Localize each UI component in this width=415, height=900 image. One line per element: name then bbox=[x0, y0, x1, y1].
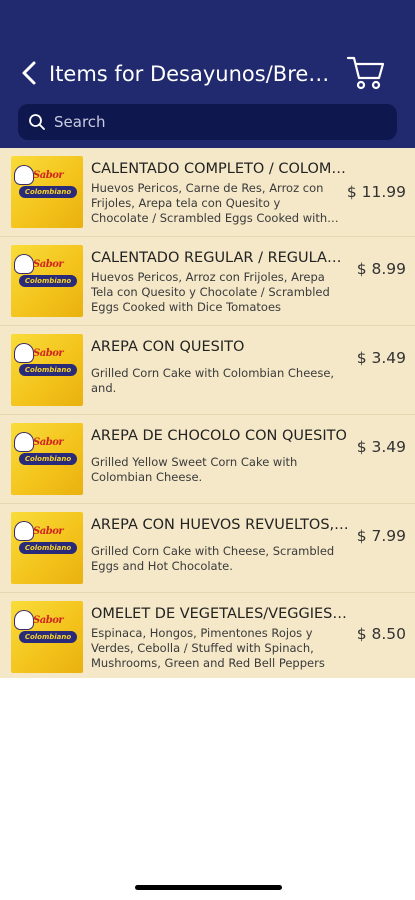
item-thumbnail: Sabor Colombiano bbox=[11, 512, 83, 584]
item-price: $ 8.50 bbox=[356, 625, 406, 643]
item-description: Grilled Corn Cake with Colombian Cheese,… bbox=[91, 366, 335, 395]
app-header: Items for Desayunos/Breakfast bbox=[0, 0, 415, 148]
chef-hat-icon bbox=[15, 611, 33, 629]
item-description: Huevos Pericos, Carne de Res, Arroz con … bbox=[91, 181, 328, 225]
cart-button[interactable] bbox=[346, 54, 386, 92]
logo-script: Sabor bbox=[33, 348, 64, 359]
item-price: $ 11.99 bbox=[346, 183, 406, 201]
item-name: AREPA CON QUESITO bbox=[91, 339, 245, 355]
menu-item[interactable]: Sabor Colombiano CALENTADO COMPLETO / CO… bbox=[0, 148, 415, 236]
menu-item[interactable]: Sabor Colombiano CALENTADO REGULAR / REG… bbox=[0, 237, 415, 325]
item-name: CALENTADO REGULAR / REGULAR BREAKFAST bbox=[91, 250, 351, 266]
chef-hat-icon bbox=[15, 166, 33, 184]
logo-script: Sabor bbox=[33, 170, 64, 181]
item-price: $ 3.49 bbox=[356, 349, 406, 367]
logo-banner: Colombiano bbox=[19, 453, 77, 465]
search-bar[interactable] bbox=[18, 104, 397, 140]
item-price: $ 7.99 bbox=[356, 527, 406, 545]
logo-script: Sabor bbox=[33, 437, 64, 448]
logo-banner: Colombiano bbox=[19, 275, 77, 287]
search-input[interactable] bbox=[54, 104, 384, 140]
item-price: $ 8.99 bbox=[356, 260, 406, 278]
item-thumbnail: Sabor Colombiano bbox=[11, 156, 83, 228]
menu-item[interactable]: Sabor Colombiano AREPA CON QUESITO Grill… bbox=[0, 326, 415, 414]
logo-script: Sabor bbox=[33, 526, 64, 537]
item-name: CALENTADO COMPLETO / COLOMBIAN BREAKFAST bbox=[91, 161, 351, 177]
menu-item[interactable]: Sabor Colombiano AREPA CON HUEVOS REVUEL… bbox=[0, 504, 415, 592]
logo-banner: Colombiano bbox=[19, 542, 77, 554]
chef-hat-icon bbox=[15, 255, 33, 273]
item-price: $ 3.49 bbox=[356, 438, 406, 456]
menu-item-list: Sabor Colombiano CALENTADO COMPLETO / CO… bbox=[0, 148, 415, 678]
shopping-cart-icon bbox=[346, 56, 385, 90]
chef-hat-icon bbox=[15, 433, 33, 451]
item-description: Espinaca, Hongos, Pimentones Rojos y Ver… bbox=[91, 626, 325, 670]
home-indicator[interactable] bbox=[135, 885, 282, 890]
nav-bar: Items for Desayunos/Breakfast bbox=[0, 50, 415, 98]
item-description: Huevos Pericos, Arroz con Frijoles, Arep… bbox=[91, 270, 330, 314]
item-thumbnail: Sabor Colombiano bbox=[11, 601, 83, 673]
logo-banner: Colombiano bbox=[19, 631, 77, 643]
item-description: Grilled Corn Cake with Cheese, Scrambled… bbox=[91, 544, 335, 573]
item-description: Grilled Yellow Sweet Corn Cake with Colo… bbox=[91, 455, 298, 484]
item-name: AREPA DE CHOCOLO CON QUESITO bbox=[91, 428, 347, 444]
chevron-left-icon bbox=[22, 61, 36, 85]
menu-item[interactable]: Sabor Colombiano OMELET DE VEGETALES/VEG… bbox=[0, 593, 415, 681]
item-thumbnail: Sabor Colombiano bbox=[11, 423, 83, 495]
item-name: OMELET DE VEGETALES/VEGGIES OMELET bbox=[91, 606, 351, 622]
menu-item[interactable]: Sabor Colombiano AREPA DE CHOCOLO CON QU… bbox=[0, 415, 415, 503]
chef-hat-icon bbox=[15, 522, 33, 540]
logo-script: Sabor bbox=[33, 259, 64, 270]
search-icon bbox=[29, 114, 45, 130]
page-title: Items for Desayunos/Breakfast bbox=[49, 62, 341, 86]
item-thumbnail: Sabor Colombiano bbox=[11, 245, 83, 317]
chef-hat-icon bbox=[15, 344, 33, 362]
back-button[interactable] bbox=[18, 60, 42, 86]
item-name: AREPA CON HUEVOS REVUELTOS, QUESO Y CHOC… bbox=[91, 517, 351, 533]
item-thumbnail: Sabor Colombiano bbox=[11, 334, 83, 406]
logo-banner: Colombiano bbox=[19, 186, 77, 198]
logo-banner: Colombiano bbox=[19, 364, 77, 376]
logo-script: Sabor bbox=[33, 615, 64, 626]
